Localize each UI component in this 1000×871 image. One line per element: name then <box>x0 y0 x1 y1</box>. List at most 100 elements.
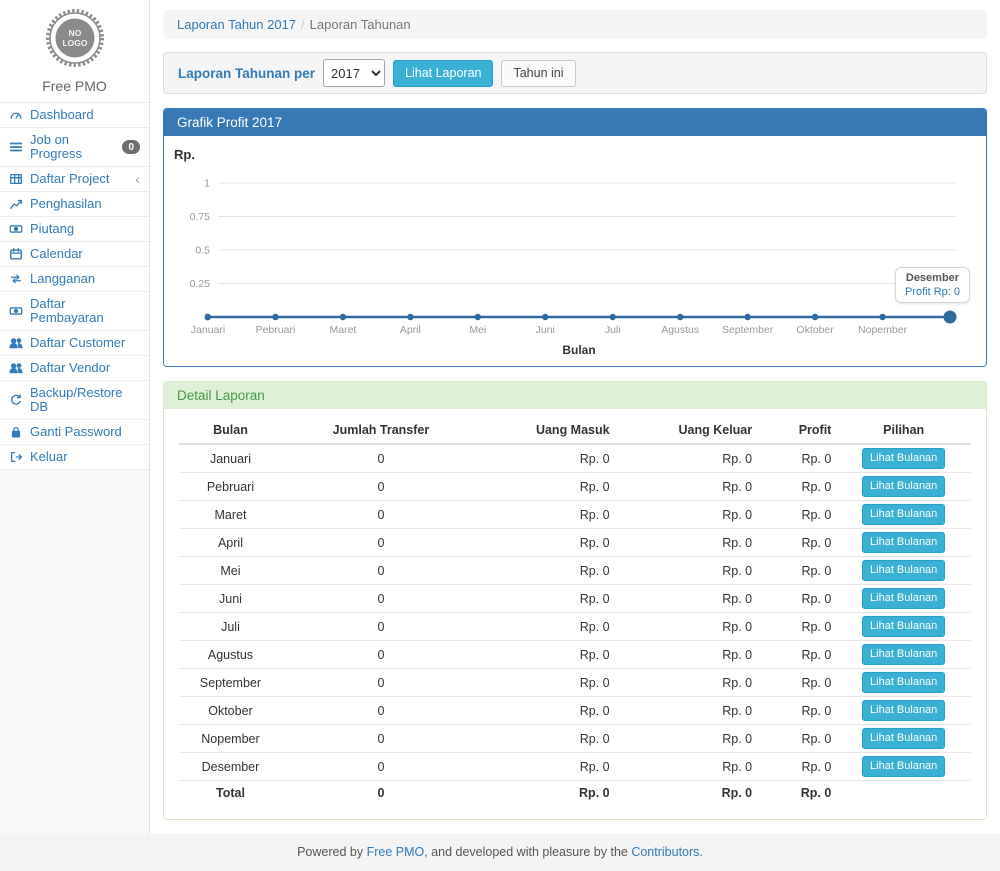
table-row-desember: Desember0Rp. 0Rp. 0Rp. 0Lihat Bulanan <box>179 753 971 781</box>
svg-text:Juli: Juli <box>605 324 621 336</box>
svg-text:Mei: Mei <box>469 324 486 336</box>
chart-area: Rp.10.750.50.250JanuariPebruariMaretApri… <box>164 136 986 366</box>
footer-text-middle: , and developed with pleasure by the <box>424 845 631 859</box>
tasks-icon <box>9 140 23 154</box>
table-total-cell: Rp. 0 <box>757 781 836 805</box>
table-body: Januari0Rp. 0Rp. 0Rp. 0Lihat BulananPebr… <box>179 444 971 805</box>
table-cell: Nopember <box>179 725 282 753</box>
table-cell: 0 <box>282 444 480 473</box>
lihat-bulanan-button[interactable]: Lihat Bulanan <box>862 504 945 525</box>
table-cell: Rp. 0 <box>757 529 836 557</box>
lihat-bulanan-button[interactable]: Lihat Bulanan <box>862 672 945 693</box>
refresh-icon <box>9 393 23 407</box>
column-header-uang-masuk: Uang Masuk <box>480 417 615 444</box>
table-row-mei: Mei0Rp. 0Rp. 0Rp. 0Lihat Bulanan <box>179 557 971 585</box>
table-cell: Rp. 0 <box>615 669 758 697</box>
money-icon <box>9 304 23 318</box>
table-cell: 0 <box>282 557 480 585</box>
year-select[interactable]: 2017 <box>323 59 385 87</box>
table-cell: Rp. 0 <box>480 444 615 473</box>
table-cell: Rp. 0 <box>480 641 615 669</box>
footer-link-contributors[interactable]: Contributors. <box>631 845 703 859</box>
lihat-bulanan-button[interactable]: Lihat Bulanan <box>862 616 945 637</box>
table-cell-action: Lihat Bulanan <box>836 641 971 669</box>
sidebar-item-label: Backup/Restore DB <box>30 386 140 414</box>
lihat-bulanan-button[interactable]: Lihat Bulanan <box>862 448 945 469</box>
breadcrumb-link-laporan-tahun[interactable]: Laporan Tahun 2017 <box>177 17 296 32</box>
lihat-bulanan-button[interactable]: Lihat Bulanan <box>862 644 945 665</box>
table-cell: Rp. 0 <box>480 557 615 585</box>
sidebar-item-daftar-vendor[interactable]: Daftar Vendor <box>0 356 149 381</box>
sidebar-item-daftar-customer[interactable]: Daftar Customer <box>0 331 149 356</box>
table-cell: Rp. 0 <box>757 613 836 641</box>
table-cell-action: Lihat Bulanan <box>836 585 971 613</box>
sidebar-item-backup-restore-db[interactable]: Backup/Restore DB <box>0 381 149 420</box>
sidebar-item-penghasilan[interactable]: Penghasilan <box>0 192 149 217</box>
table-cell: Rp. 0 <box>615 557 758 585</box>
detail-table-wrap: BulanJumlah TransferUang MasukUang Kelua… <box>164 409 986 819</box>
svg-text:Bulan: Bulan <box>562 343 595 357</box>
table-total-row: Total0Rp. 0Rp. 0Rp. 0 <box>179 781 971 805</box>
table-header-row: BulanJumlah TransferUang MasukUang Kelua… <box>179 417 971 444</box>
lihat-bulanan-button[interactable]: Lihat Bulanan <box>862 756 945 777</box>
svg-text:Agustus: Agustus <box>661 324 699 336</box>
brand-name: Free PMO <box>0 78 149 94</box>
sidebar-item-label: Job on Progress <box>30 133 115 161</box>
sidebar-item-daftar-project[interactable]: Daftar Project‹ <box>0 167 149 192</box>
sidebar-menu: DashboardJob on Progress0Daftar Project‹… <box>0 102 149 470</box>
table-total-cell: Rp. 0 <box>615 781 758 805</box>
table-cell-action: Lihat Bulanan <box>836 529 971 557</box>
lihat-bulanan-button[interactable]: Lihat Bulanan <box>862 560 945 581</box>
svg-text:Pebruari: Pebruari <box>256 324 296 336</box>
lihat-bulanan-button[interactable]: Lihat Bulanan <box>862 588 945 609</box>
profit-chart-panel: Grafik Profit 2017 Rp.10.750.50.250Janua… <box>163 108 987 367</box>
sidebar-item-label: Penghasilan <box>30 197 102 211</box>
table-cell-action: Lihat Bulanan <box>836 697 971 725</box>
lihat-bulanan-button[interactable]: Lihat Bulanan <box>862 700 945 721</box>
table-row-april: April0Rp. 0Rp. 0Rp. 0Lihat Bulanan <box>179 529 971 557</box>
sidebar-item-ganti-password[interactable]: Ganti Password <box>0 420 149 445</box>
this-year-button[interactable]: Tahun ini <box>501 60 575 87</box>
table-cell-action: Lihat Bulanan <box>836 444 971 473</box>
table-row-maret: Maret0Rp. 0Rp. 0Rp. 0Lihat Bulanan <box>179 501 971 529</box>
logo-block: NO LOGO Free PMO <box>0 0 149 102</box>
sidebar-item-label: Ganti Password <box>30 425 122 439</box>
tooltip-value: Profit Rp: 0 <box>905 286 960 298</box>
sidebar-item-langganan[interactable]: Langganan <box>0 267 149 292</box>
breadcrumb-separator: / <box>301 17 305 32</box>
table-cell: Rp. 0 <box>615 697 758 725</box>
table-total-cell: Total <box>179 781 282 805</box>
sidebar-item-calendar[interactable]: Calendar <box>0 242 149 267</box>
chevron-left-icon: ‹ <box>135 174 140 184</box>
chart-line-icon <box>9 197 23 211</box>
svg-text:Januari: Januari <box>191 324 225 336</box>
exchange-icon <box>9 272 23 286</box>
table-cell: Agustus <box>179 641 282 669</box>
chart-panel-title: Grafik Profit 2017 <box>164 109 986 136</box>
table-cell: Mei <box>179 557 282 585</box>
sidebar-item-keluar[interactable]: Keluar <box>0 445 149 470</box>
table-cell: Rp. 0 <box>615 725 758 753</box>
sidebar-item-dashboard[interactable]: Dashboard <box>0 103 149 128</box>
svg-text:LOGO: LOGO <box>62 38 87 48</box>
sidebar-item-piutang[interactable]: Piutang <box>0 217 149 242</box>
report-filter-bar: Laporan Tahunan per 2017 Lihat Laporan T… <box>163 52 987 94</box>
lihat-bulanan-button[interactable]: Lihat Bulanan <box>862 476 945 497</box>
sidebar-item-label: Calendar <box>30 247 83 261</box>
table-cell: Rp. 0 <box>480 613 615 641</box>
view-report-button[interactable]: Lihat Laporan <box>393 60 493 87</box>
table-cell: September <box>179 669 282 697</box>
column-header-pilihan: Pilihan <box>836 417 971 444</box>
sidebar-item-daftar-pembayaran[interactable]: Daftar Pembayaran <box>0 292 149 331</box>
sidebar-item-job-on-progress[interactable]: Job on Progress0 <box>0 128 149 167</box>
table-cell: Juni <box>179 585 282 613</box>
footer-link-free-pmo[interactable]: Free PMO <box>367 845 425 859</box>
table-cell: Rp. 0 <box>757 669 836 697</box>
svg-text:0.25: 0.25 <box>190 278 211 290</box>
footer-text-prefix: Powered by <box>297 845 366 859</box>
table-cell: Maret <box>179 501 282 529</box>
lihat-bulanan-button[interactable]: Lihat Bulanan <box>862 728 945 749</box>
main-content: Laporan Tahun 2017/Laporan Tahunan Lapor… <box>150 0 1000 834</box>
chart-tooltip: Desember Profit Rp: 0 <box>895 267 970 303</box>
lihat-bulanan-button[interactable]: Lihat Bulanan <box>862 532 945 553</box>
